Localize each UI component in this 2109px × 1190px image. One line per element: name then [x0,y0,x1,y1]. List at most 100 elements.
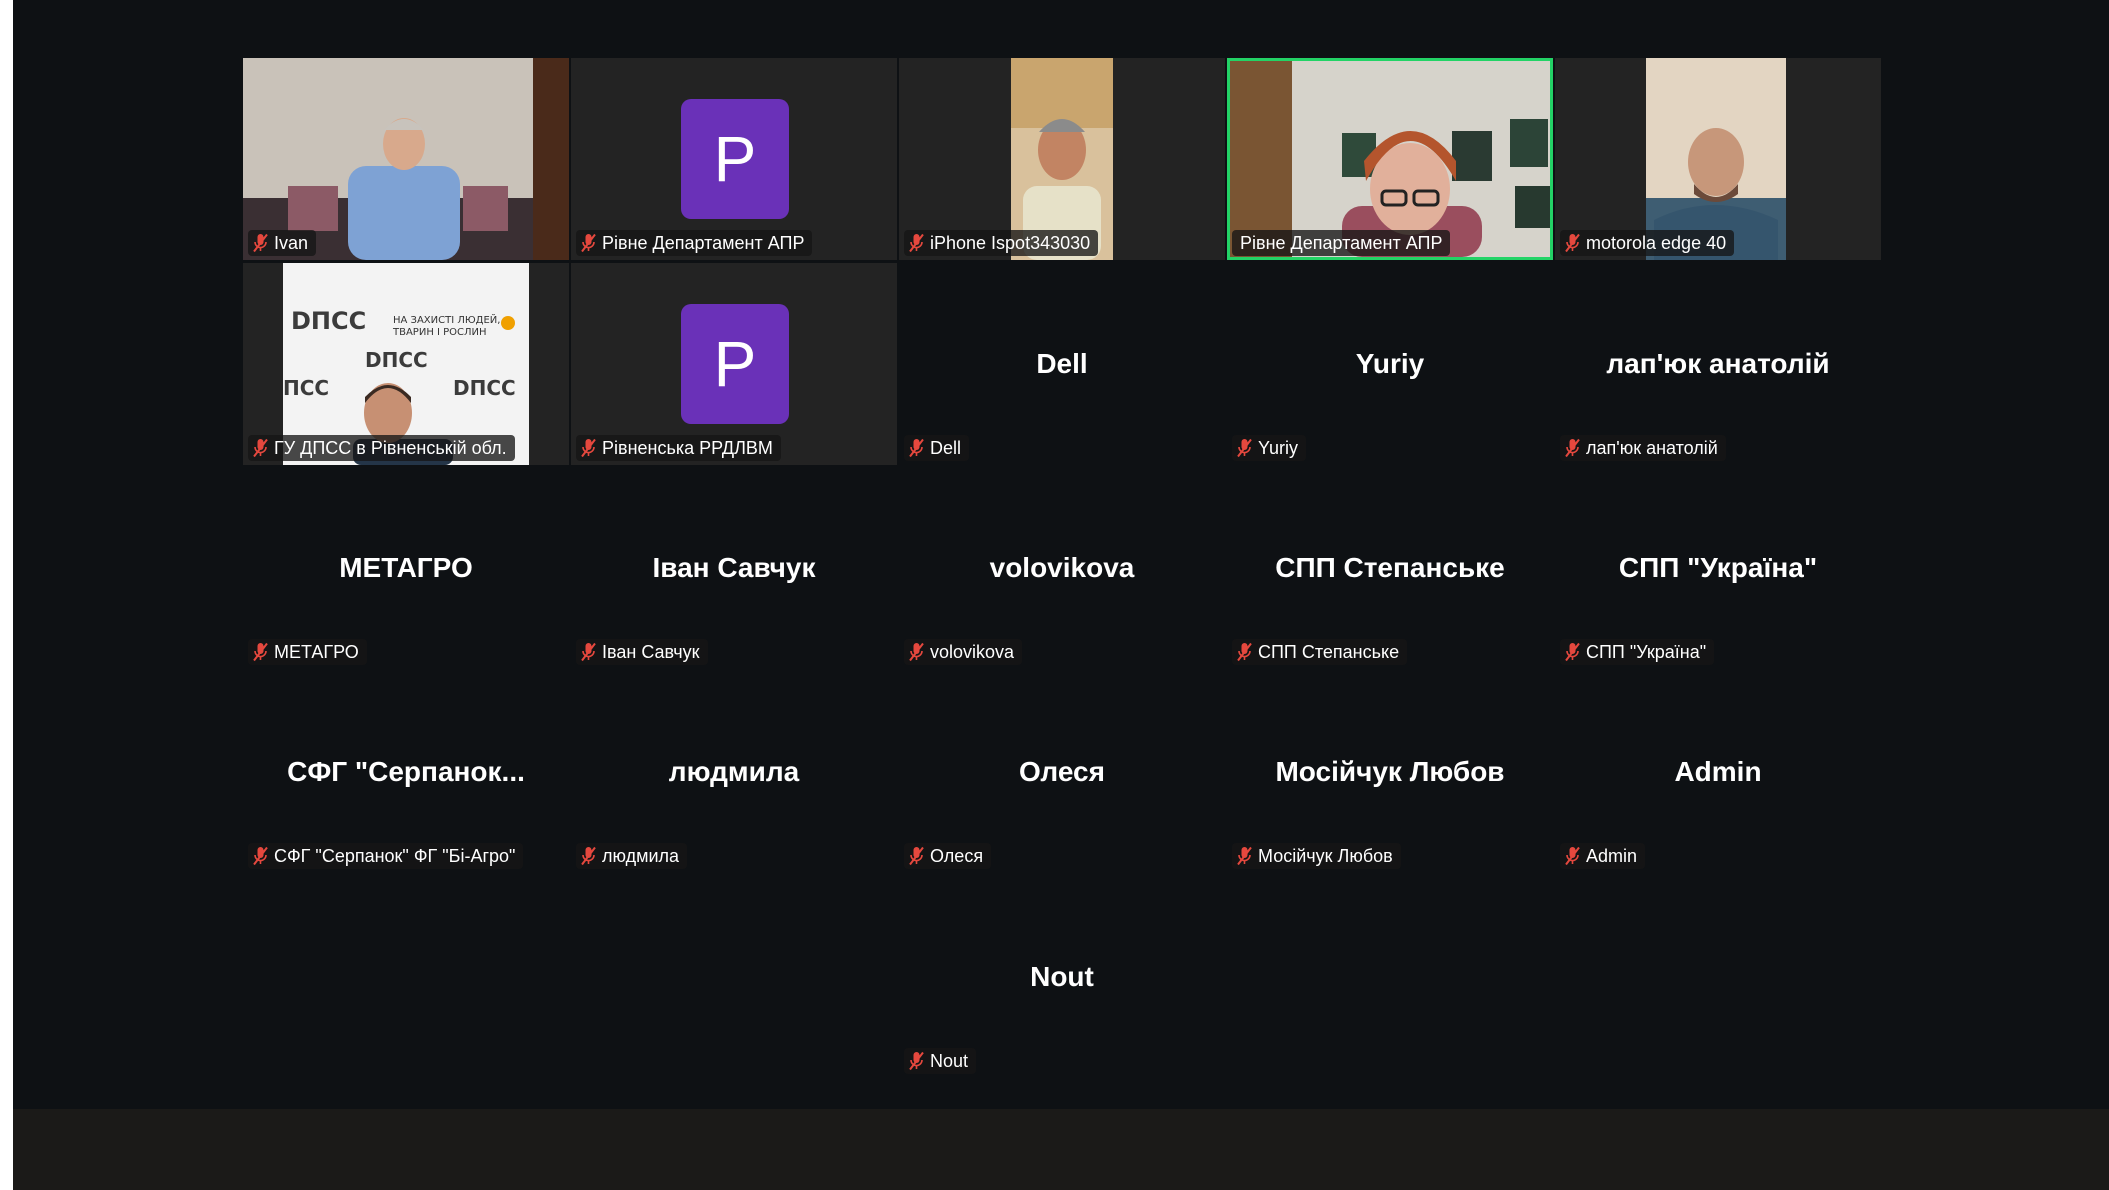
participant-tile[interactable]: Nout Nout [899,876,1225,1078]
participant-tile[interactable]: DПСС НА ЗАХИСТІ ЛЮДЕЙ, ТВАРИН І РОСЛИН DПСС… [243,263,569,465]
participant-video [1230,61,1550,257]
microphone-muted-icon [909,846,924,866]
participant-name-label: iPhone Ispot343030 [904,230,1099,256]
participant-tile[interactable]: СФГ "Серпанок... СФГ "Серпанок" ФГ "Бі-Аг… [243,671,569,873]
participant-name-label: МЕТАГРО [248,639,367,665]
participant-tile[interactable]: Мосійчук Любов Мосійчук Любов [1227,671,1553,873]
participant-name-label: Мосійчук Любов [1232,843,1401,869]
participant-tile[interactable]: Іван Савчук Іван Савчук [571,467,897,669]
participant-name-label: ГУ ДПСС в Рівненській обл. [248,435,515,461]
participant-display-name: Іван Савчук [652,552,816,583]
participant-tile[interactable]: лап'юк анатолій лап'юк анатолій [1555,263,1881,465]
participant-name-label: Dell [904,435,970,461]
microphone-muted-icon [1237,642,1252,662]
participant-display-name: СПП Степанське [1275,552,1505,583]
participant-display-name: Олеся [1019,756,1105,787]
microphone-muted-icon [581,846,596,866]
svg-text:ПСС: ПСС [283,376,329,400]
participant-display-name: СФГ "Серпанок... [287,756,525,787]
participant-name-text: motorola edge 40 [1586,232,1727,253]
participant-display-name: Yuriy [1355,348,1425,379]
svg-text:DПСС: DПСС [291,307,366,335]
microphone-muted-icon [253,438,268,458]
microphone-muted-icon [581,233,596,253]
participant-display-name: Nout [1030,961,1094,992]
microphone-muted-icon [253,846,268,866]
participant-display-name: Dell [1036,348,1088,379]
participant-name-text: Рівненська РРДЛВМ [602,437,773,458]
participant-name-text: Рівне Департамент АПР [1240,232,1443,253]
microphone-muted-icon [1565,846,1580,866]
microphone-muted-icon [909,1051,924,1071]
microphone-muted-icon [1237,438,1252,458]
participant-name-label: Олеся [904,843,992,869]
microphone-muted-icon [1565,438,1580,458]
microphone-muted-icon [1565,233,1580,253]
participant-name-label: лап'юк анатолій [1560,435,1726,461]
participant-name-text: Admin [1586,845,1638,866]
participant-display-name: volovikova [989,552,1135,583]
participant-name-label: Yuriy [1232,435,1307,461]
microphone-muted-icon [581,438,596,458]
participant-name-text: Yuriy [1258,437,1299,458]
participant-display-name: СПП "Україна" [1618,552,1818,583]
svg-text:DПСС: DПСС [453,376,516,400]
video-call-window: Ivan P Рівне Департамент АПР iPhone Ispot34… [13,0,2109,1190]
participant-name-label: volovikova [904,639,1023,665]
microphone-muted-icon [909,642,924,662]
microphone-muted-icon [909,438,924,458]
participant-name-text: Nout [930,1050,969,1071]
participant-name-label: СПП Степанське [1232,639,1408,665]
participant-tile[interactable]: volovikova volovikova [899,467,1225,669]
participant-tile[interactable]: iPhone Ispot343030 [899,58,1225,260]
microphone-muted-icon [581,642,596,662]
participant-tile[interactable]: СПП Степанське СПП Степанське [1227,467,1553,669]
microphone-muted-icon [909,233,924,253]
participant-tile[interactable]: МЕТАГРО МЕТАГРО [243,467,569,669]
participant-name-text: лап'юк анатолій [1586,437,1718,458]
participant-name-label: людмила [576,843,688,869]
participant-name-text: Ivan [274,232,309,253]
participant-tile[interactable]: P Рівненська РРДЛВМ [571,263,897,465]
participant-tile[interactable]: Dell Dell [899,263,1225,465]
microphone-muted-icon [1565,642,1580,662]
participant-tile[interactable]: СПП "Україна" СПП "Україна" [1555,467,1881,669]
participant-tile[interactable]: Олеся Олеся [899,671,1225,873]
participant-name-text: Олеся [930,845,984,866]
participant-name-text: Мосійчук Любов [1258,845,1393,866]
participant-name-text: Іван Савчук [602,641,700,662]
meeting-toolbar [13,1109,2109,1190]
participant-tile[interactable]: Admin Admin [1555,671,1881,873]
participant-tile[interactable]: Yuriy Yuriy [1227,263,1553,465]
participant-tile[interactable]: motorola edge 40 [1555,58,1881,260]
participant-display-name: людмила [668,756,800,787]
participant-name-label: Рівне Департамент АПР [576,230,813,256]
participant-name-text: СПП "Україна" [1586,641,1707,662]
participant-tile[interactable]: P Рівне Департамент АПР [571,58,897,260]
participant-avatar: P [681,304,789,424]
participant-display-name: МЕТАГРО [339,552,473,583]
participant-name-label: СПП "Україна" [1560,639,1715,665]
svg-text:НА ЗАХИСТІ ЛЮДЕЙ,: НА ЗАХИСТІ ЛЮДЕЙ, [393,313,500,326]
participant-name-text: СФГ "Серпанок" ФГ "Бі-Агро" [274,845,516,866]
participant-name-label: Рівне Департамент АПР [1232,230,1451,256]
participant-name-text: iPhone Ispot343030 [930,232,1091,253]
participant-tile[interactable]: Рівне Департамент АПР [1227,58,1553,260]
microphone-muted-icon [253,642,268,662]
participant-name-label: Admin [1560,843,1646,869]
participant-name-text: Рівне Департамент АПР [602,232,805,253]
participant-name-label: Рівненська РРДЛВМ [576,435,781,461]
participant-name-label: Ivan [248,230,317,256]
participant-tile[interactable]: людмила людмила [571,671,897,873]
participant-name-text: volovikova [930,641,1015,662]
participant-name-text: людмила [602,845,680,866]
participant-name-text: Dell [930,437,962,458]
participant-tile[interactable]: Ivan [243,58,569,260]
participant-display-name: Admin [1674,756,1762,787]
participant-name-text: СПП Степанське [1258,641,1400,662]
participant-name-text: МЕТАГРО [274,641,359,662]
participant-display-name: Мосійчук Любов [1275,756,1505,787]
svg-text:ТВАРИН І РОСЛИН: ТВАРИН І РОСЛИН [392,327,487,338]
participant-name-text: ГУ ДПСС в Рівненській обл. [274,437,507,458]
participant-name-label: СФГ "Серпанок" ФГ "Бі-Агро" [248,843,524,869]
